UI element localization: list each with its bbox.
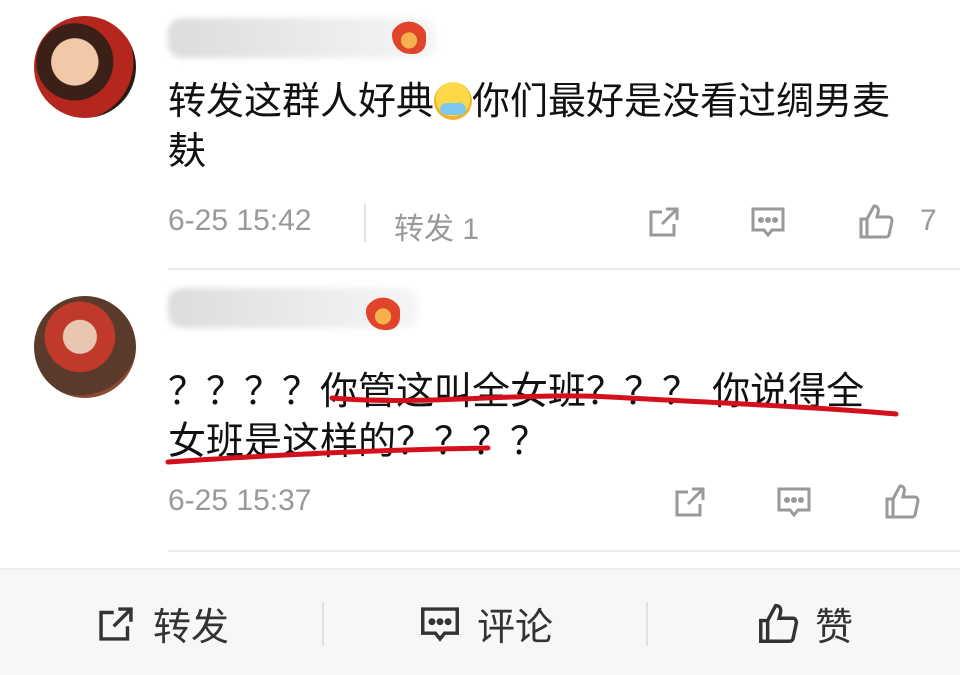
comment-divider bbox=[168, 550, 960, 552]
fire-icon bbox=[392, 20, 426, 54]
repost-count[interactable]: 转发 1 bbox=[394, 204, 479, 248]
like-icon[interactable] bbox=[856, 202, 896, 242]
comment-text: 转发这群人好典 你们最好是没看过绸男麦麸 bbox=[168, 76, 928, 176]
comment-icon[interactable] bbox=[774, 482, 814, 522]
share-icon bbox=[99, 606, 133, 641]
timestamp: 6-25 15:42 bbox=[168, 204, 312, 237]
comment-item: ？？？？你管这叫全女班？？？ 你说得全 女班是这样的？？？？ 6-25 15:3… bbox=[0, 270, 960, 550]
comment-item: 转发这群人好典 你们最好是没看过绸男麦麸 6-25 15:42 转发 1 7 bbox=[0, 0, 960, 268]
comment-icon[interactable] bbox=[748, 202, 788, 242]
share-icon[interactable] bbox=[670, 482, 710, 522]
like-icon[interactable] bbox=[882, 482, 922, 522]
comment-label: 评论 bbox=[476, 605, 553, 649]
comment-icon bbox=[421, 606, 459, 642]
comment-meta: 6-25 15:37 bbox=[168, 482, 960, 522]
divider bbox=[364, 204, 366, 242]
share-icon[interactable] bbox=[644, 202, 684, 242]
bottom-action-bar: 转发 评论 赞 bbox=[0, 568, 960, 675]
comment-text-part: 转发这群人好典 bbox=[168, 79, 435, 123]
like-icon bbox=[759, 603, 799, 643]
like-count: 7 bbox=[920, 204, 937, 237]
avatar[interactable] bbox=[34, 296, 136, 398]
comment-button[interactable]: 评论 bbox=[324, 570, 646, 675]
mask-face-emoji-icon bbox=[434, 82, 473, 120]
avatar[interactable] bbox=[34, 16, 136, 118]
like-button[interactable]: 赞 bbox=[648, 570, 960, 675]
comment-text-line: 女班是这样的？？？？ bbox=[168, 419, 549, 463]
comment-meta: 6-25 15:42 转发 1 7 bbox=[168, 202, 960, 246]
comment-text: ？？？？你管这叫全女班？？？ 你说得全 女班是这样的？？？？ bbox=[168, 366, 928, 466]
fire-icon bbox=[366, 296, 400, 330]
comment-text-line: ？？？？你管这叫全女班？？？ 你说得全 bbox=[168, 369, 865, 413]
repost-button[interactable]: 转发 bbox=[0, 570, 322, 675]
timestamp: 6-25 15:37 bbox=[168, 484, 312, 517]
like-label: 赞 bbox=[814, 605, 853, 649]
repost-label: 转发 bbox=[152, 605, 229, 649]
